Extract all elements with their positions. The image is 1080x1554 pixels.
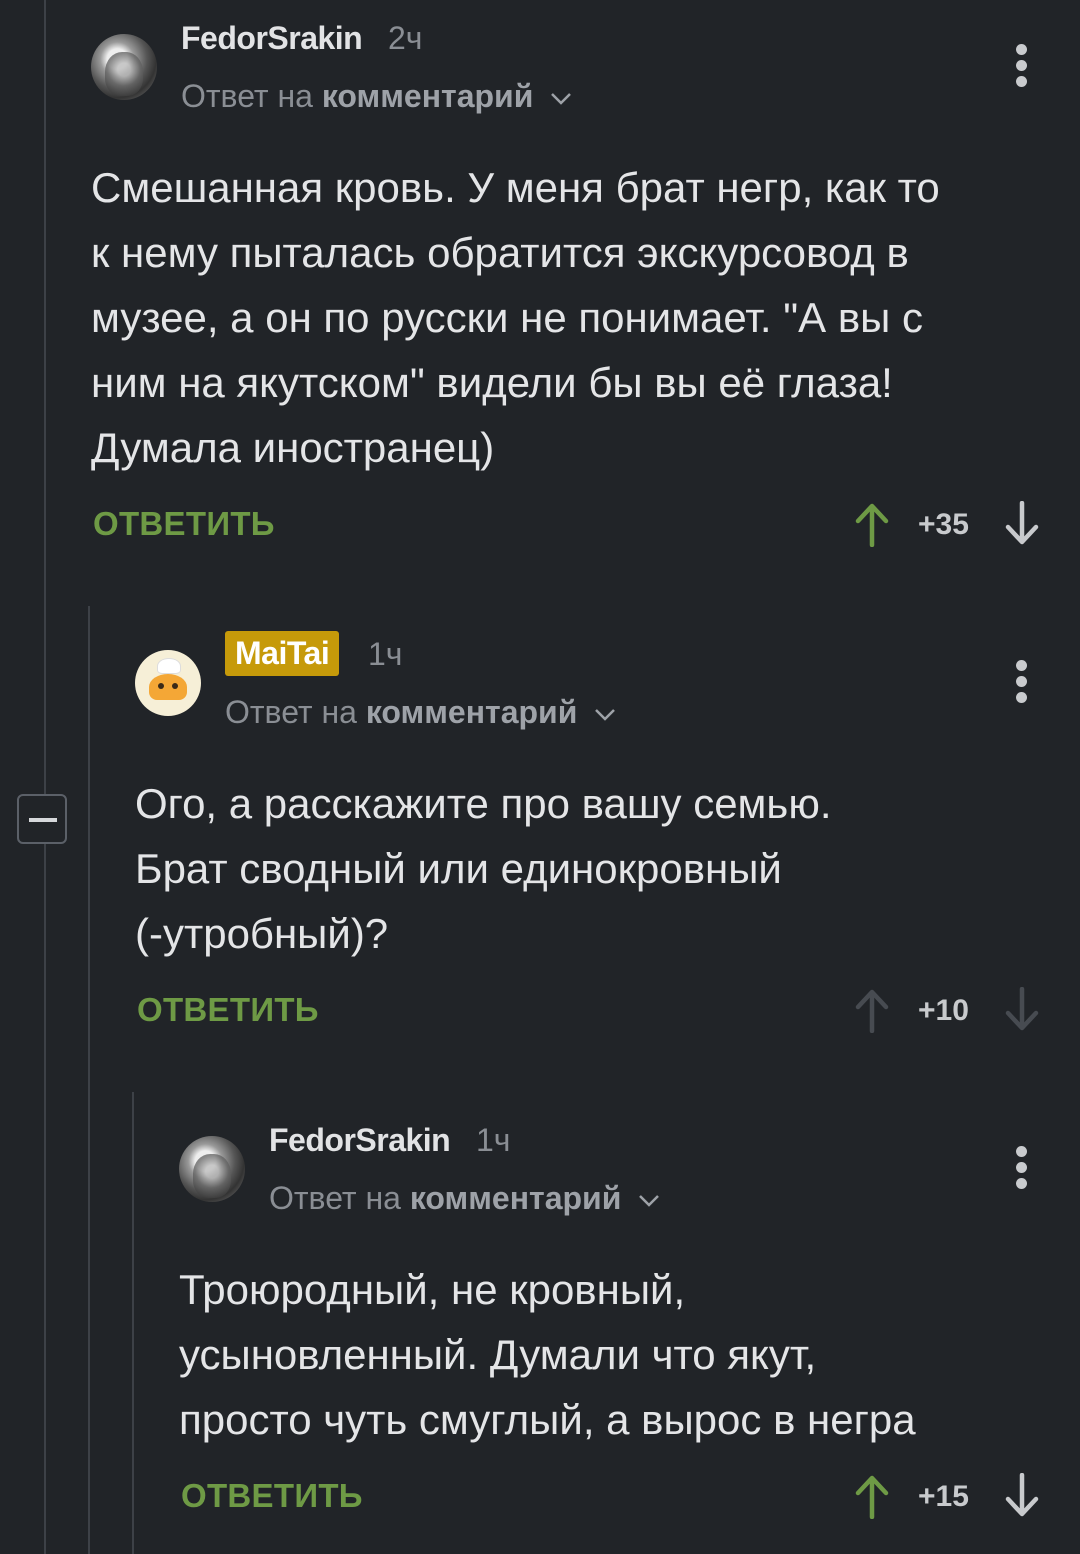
username[interactable]: FedorSrakin [181,20,363,57]
body-line: Троюродный, не кровный, [179,1266,686,1313]
body-line: музее, а он по русски не понимает. "А вы… [91,294,923,341]
score: +35 [918,508,969,541]
chevron-down-icon [551,92,572,105]
body-line: просто чуть смуглый, а вырос в негра [179,1396,916,1443]
body-line: Брат сводный или единокровный [135,845,782,892]
more-vertical-icon[interactable] [1016,1146,1028,1190]
thread-line-level-3 [132,1092,134,1554]
arrow-down-icon[interactable] [1004,501,1040,547]
more-vertical-icon[interactable] [1016,660,1028,704]
timestamp: 1ч [368,636,403,672]
arrow-down-icon[interactable] [1004,987,1040,1033]
reply-to-prefix: Ответ на [225,694,357,730]
body-line: ним на якутском" видели бы вы её глаза! [91,359,893,406]
reply-button[interactable]: ОТВЕТИТЬ [137,991,319,1029]
body-line: Смешанная кровь. У меня брат негр, как т… [91,164,940,211]
reply-to-prefix: Ответ на [269,1180,401,1216]
reply-to-target: комментарий [409,1180,622,1216]
arrow-down-icon[interactable] [1004,1473,1040,1519]
chef-hat-icon [158,659,180,673]
score: +10 [918,994,969,1027]
chevron-down-icon [639,1194,660,1207]
username[interactable]: MaiTai [225,631,340,676]
body-line: к нему пыталась обратится экскурсовод в [91,229,909,276]
arrow-up-icon[interactable] [854,987,890,1033]
more-vertical-icon[interactable] [1016,44,1028,88]
arrow-up-icon[interactable] [854,1473,890,1519]
avatar[interactable] [179,1136,245,1202]
chevron-down-icon [595,708,616,721]
reply-to-link[interactable]: Ответ на комментарий [225,694,616,731]
reply-button[interactable]: ОТВЕТИТЬ [181,1477,363,1515]
reply-to-link[interactable]: Ответ на комментарий [181,78,572,115]
reply-to-target: комментарий [365,694,578,730]
body-line: усыновленный. Думали что якут, [179,1331,817,1378]
score: +15 [918,1480,969,1513]
collapse-thread-button[interactable] [17,794,67,844]
timestamp: 1ч [476,1122,511,1158]
avatar[interactable] [91,34,157,100]
body-line: Ого, а расскажите про вашу семью. [135,780,832,827]
avatar-face [149,674,187,700]
reply-to-prefix: Ответ на [181,78,313,114]
reply-button[interactable]: ОТВЕТИТЬ [93,505,275,543]
body-line: (-утробный)? [135,910,389,957]
thread-line-level-2 [88,606,90,1554]
username[interactable]: FedorSrakin [269,1122,451,1159]
timestamp: 2ч [388,20,423,56]
reply-to-link[interactable]: Ответ на комментарий [269,1180,660,1217]
avatar[interactable] [135,650,201,716]
arrow-up-icon[interactable] [854,501,890,547]
reply-to-target: комментарий [321,78,534,114]
body-line: Думала иностранец) [91,424,495,471]
thread-line-level-1 [44,0,46,1554]
